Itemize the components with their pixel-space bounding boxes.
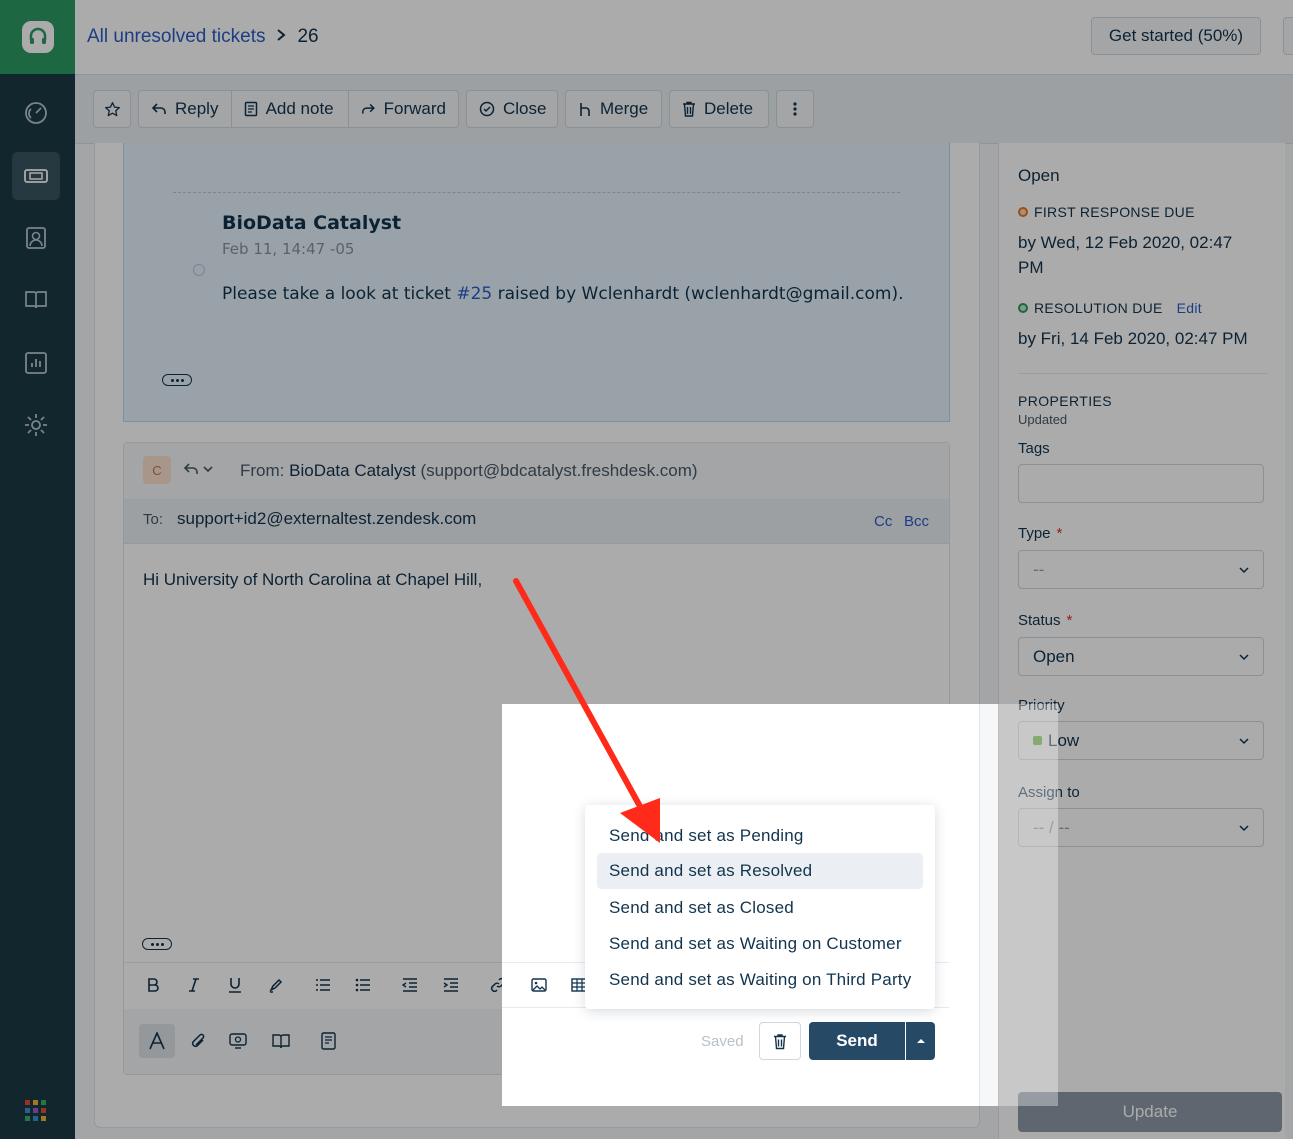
spotlight-edge [998, 704, 1058, 1106]
menu-item-send-waiting-third-party[interactable]: Send and set as Waiting on Third Party [597, 962, 923, 998]
menu-item-send-resolved[interactable]: Send and set as Resolved [597, 853, 923, 889]
menu-item-send-closed[interactable]: Send and set as Closed [597, 890, 923, 926]
caret-up-icon [916, 1039, 925, 1043]
discard-draft-button[interactable] [759, 1022, 801, 1060]
trash-icon [774, 1033, 786, 1049]
image-icon[interactable] [528, 975, 550, 995]
send-options-toggle[interactable] [906, 1022, 935, 1060]
draft-saved-status: Saved [701, 1033, 744, 1050]
menu-item-send-pending[interactable]: Send and set as Pending [597, 818, 923, 854]
menu-item-send-waiting-customer[interactable]: Send and set as Waiting on Customer [597, 926, 923, 962]
dim-overlay-bottom [502, 1106, 998, 1139]
dim-overlay-top [0, 0, 1293, 704]
dim-overlay-left [0, 704, 502, 1139]
send-button[interactable]: Send [809, 1022, 905, 1060]
